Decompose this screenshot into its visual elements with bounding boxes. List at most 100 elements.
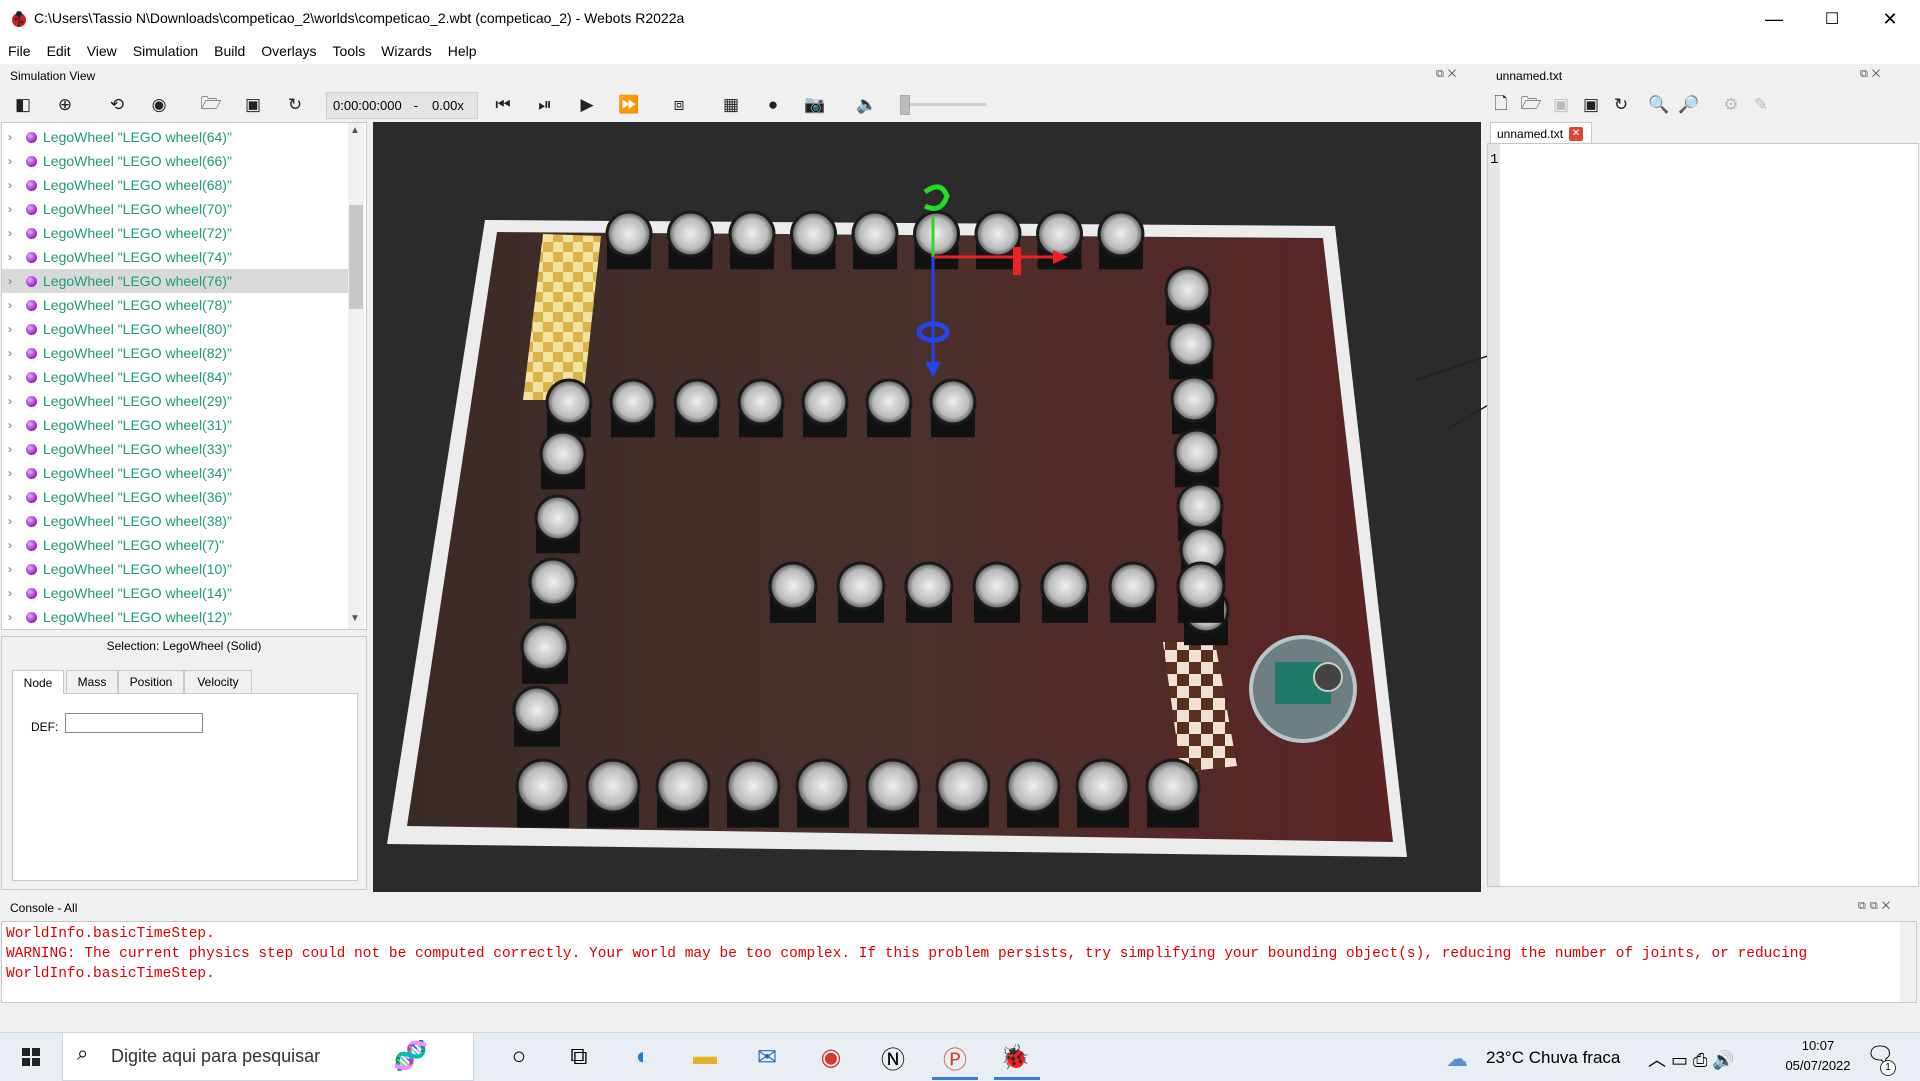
scene-tree-scrollbar[interactable]: ▲ ▼	[348, 123, 364, 629]
console-dock-icons[interactable]: ⧉⧉✕	[1858, 900, 1894, 913]
editor-tab[interactable]: unnamed.txt ✕	[1490, 122, 1592, 144]
reload-icon[interactable]: ↻	[282, 90, 308, 120]
new-file-icon[interactable]: 🗋	[1488, 90, 1514, 120]
menu-build[interactable]: Build	[206, 43, 253, 59]
expand-chevron-icon[interactable]: ›	[8, 226, 22, 240]
menu-simulation[interactable]: Simulation	[125, 43, 206, 59]
eye-icon[interactable]: ◉	[146, 90, 172, 120]
scene-tree-item[interactable]: › LegoWheel "LEGO wheel(7)"	[2, 533, 352, 557]
toggle-scene-tree-icon[interactable]: ◧	[10, 90, 36, 120]
task-view-icon[interactable]: ⧉	[554, 1038, 604, 1076]
3d-view[interactable]	[373, 122, 1481, 892]
editor-dock-float-close-icons[interactable]: ⧉✕	[1860, 68, 1884, 81]
open-file-icon[interactable]: 🗁	[1518, 90, 1544, 120]
scene-tree-item[interactable]: › LegoWheel "LEGO wheel(80)"	[2, 317, 352, 341]
record-icon[interactable]: ●	[760, 90, 786, 120]
step-icon[interactable]: ⏯	[532, 90, 558, 120]
scene-tree-item[interactable]: › LegoWheel "LEGO wheel(68)"	[2, 173, 352, 197]
expand-chevron-icon[interactable]: ›	[8, 274, 22, 288]
volume-slider[interactable]	[900, 103, 986, 106]
scene-tree-item[interactable]: › LegoWheel "LEGO wheel(76)"	[2, 269, 352, 293]
volume-icon[interactable]: 🔈	[854, 90, 880, 120]
revert-icon[interactable]: ↻	[1608, 90, 1634, 120]
expand-chevron-icon[interactable]: ›	[8, 466, 22, 480]
clock-time[interactable]: 10:07	[1788, 1038, 1848, 1053]
expand-chevron-icon[interactable]: ›	[8, 154, 22, 168]
powerpoint-icon[interactable]: Ⓟ	[930, 1038, 980, 1076]
scene-tree-item[interactable]: › LegoWheel "LEGO wheel(29)"	[2, 389, 352, 413]
scene-tree-item[interactable]: › LegoWheel "LEGO wheel(70)"	[2, 197, 352, 221]
expand-chevron-icon[interactable]: ›	[8, 490, 22, 504]
scene-tree-item[interactable]: › LegoWheel "LEGO wheel(12)"	[2, 605, 352, 629]
volume-slider-handle[interactable]	[900, 95, 910, 115]
console-scrollbar[interactable]	[1900, 922, 1916, 1002]
menu-edit[interactable]: Edit	[39, 43, 79, 59]
scene-tree-item[interactable]: › LegoWheel "LEGO wheel(84)"	[2, 365, 352, 389]
scene-tree-item[interactable]: › LegoWheel "LEGO wheel(74)"	[2, 245, 352, 269]
find-icon[interactable]: 🔍	[1646, 90, 1672, 120]
expand-chevron-icon[interactable]: ›	[8, 298, 22, 312]
replace-icon[interactable]: 🔎	[1676, 90, 1702, 120]
scene-tree[interactable]: › LegoWheel "LEGO wheel(64)" › LegoWheel "L…	[1, 122, 367, 630]
scene-tree-item[interactable]: › LegoWheel "LEGO wheel(33)"	[2, 437, 352, 461]
scene-tree-item[interactable]: › LegoWheel "LEGO wheel(72)"	[2, 221, 352, 245]
scroll-up-icon[interactable]: ▲	[350, 125, 360, 136]
fast-forward-icon[interactable]: ⏩	[616, 90, 642, 120]
menu-tools[interactable]: Tools	[325, 43, 374, 59]
scene-tree-item[interactable]: › LegoWheel "LEGO wheel(10)"	[2, 557, 352, 581]
record-movie-icon[interactable]: ▦	[718, 90, 744, 120]
scene-tree-item[interactable]: › LegoWheel "LEGO wheel(78)"	[2, 293, 352, 317]
add-node-icon[interactable]: ⊕	[52, 90, 78, 120]
console-output[interactable]: WorldInfo.basicTimeStep. WARNING: The cu…	[1, 921, 1917, 1003]
maximize-button[interactable]: ☐	[1803, 0, 1861, 38]
scene-tree-item[interactable]: › LegoWheel "LEGO wheel(66)"	[2, 149, 352, 173]
webots-taskbar-icon[interactable]: 🐞	[990, 1038, 1040, 1076]
scene-tree-item[interactable]: › LegoWheel "LEGO wheel(38)"	[2, 509, 352, 533]
menu-view[interactable]: View	[79, 43, 125, 59]
cortana-icon[interactable]: ○	[494, 1038, 544, 1076]
scene-tree-item[interactable]: › LegoWheel "LEGO wheel(82)"	[2, 341, 352, 365]
expand-chevron-icon[interactable]: ›	[8, 442, 22, 456]
file-explorer-icon[interactable]: ▬	[680, 1038, 730, 1076]
scene-tree-item[interactable]: › LegoWheel "LEGO wheel(34)"	[2, 461, 352, 485]
system-tray-icons[interactable]: ︿ ▭ ⎙ 🔊	[1648, 1046, 1735, 1072]
expand-chevron-icon[interactable]: ›	[8, 202, 22, 216]
expand-chevron-icon[interactable]: ›	[8, 178, 22, 192]
expand-chevron-icon[interactable]: ›	[8, 250, 22, 264]
scene-tree-item[interactable]: › LegoWheel "LEGO wheel(64)"	[2, 125, 352, 149]
expand-chevron-icon[interactable]: ›	[8, 346, 22, 360]
minimize-button[interactable]: —	[1745, 0, 1803, 38]
close-button[interactable]: ✕	[1861, 0, 1919, 38]
tab-position[interactable]: Position	[118, 670, 184, 693]
menu-help[interactable]: Help	[440, 43, 485, 59]
def-input[interactable]	[65, 713, 203, 733]
scene-tree-item[interactable]: › LegoWheel "LEGO wheel(14)"	[2, 581, 352, 605]
rendering-icon[interactable]: ⧈	[666, 90, 692, 120]
build-icon[interactable]: ⚙	[1718, 90, 1744, 120]
close-tab-icon[interactable]: ✕	[1569, 126, 1584, 141]
tab-mass[interactable]: Mass	[66, 670, 118, 693]
expand-chevron-icon[interactable]: ›	[8, 538, 22, 552]
expand-chevron-icon[interactable]: ›	[8, 418, 22, 432]
reset-viewpoint-icon[interactable]: ⟲	[104, 90, 130, 120]
menu-file[interactable]: File	[0, 43, 39, 59]
text-editor[interactable]: 1	[1487, 143, 1919, 887]
notion-icon[interactable]: Ⓝ	[868, 1038, 918, 1076]
save-icon[interactable]: ▣	[240, 90, 266, 120]
expand-chevron-icon[interactable]: ›	[8, 370, 22, 384]
expand-chevron-icon[interactable]: ›	[8, 394, 22, 408]
edge-icon[interactable]: ◐	[618, 1038, 668, 1076]
save-as-icon[interactable]: ▣	[1578, 90, 1604, 120]
menu-wizards[interactable]: Wizards	[373, 43, 440, 59]
tab-node[interactable]: Node	[12, 670, 64, 694]
expand-chevron-icon[interactable]: ›	[8, 562, 22, 576]
open-folder-icon[interactable]: 🗁	[198, 90, 224, 120]
play-icon[interactable]: ▶	[574, 90, 600, 120]
clean-icon[interactable]: ✎	[1748, 90, 1774, 120]
expand-chevron-icon[interactable]: ›	[8, 514, 22, 528]
reset-simulation-icon[interactable]: ⏮	[490, 90, 516, 120]
expand-chevron-icon[interactable]: ›	[8, 130, 22, 144]
save-file-icon[interactable]: ▣	[1548, 90, 1574, 120]
scene-tree-item[interactable]: › LegoWheel "LEGO wheel(31)"	[2, 413, 352, 437]
menu-overlays[interactable]: Overlays	[253, 43, 324, 59]
